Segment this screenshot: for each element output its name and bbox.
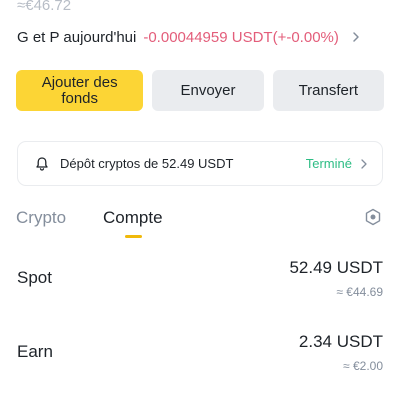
pnl-value: -0.00044959 USDT(+-0.00%) <box>143 28 339 46</box>
account-name: Earn <box>17 342 53 361</box>
account-approx-value: ≈ €44.69 <box>336 285 383 299</box>
chevron-right-icon <box>360 158 368 170</box>
action-buttons: Ajouter des fonds Envoyer Transfert <box>16 70 384 111</box>
send-button[interactable]: Envoyer <box>152 70 264 111</box>
today-pnl-row[interactable]: G et P aujourd'hui -0.00044959 USDT(+-0.… <box>17 27 383 47</box>
tab-crypto[interactable]: Crypto <box>16 208 66 228</box>
pnl-label: G et P aujourd'hui <box>17 28 137 46</box>
total-balance-approx: ≈€46.72 <box>17 0 72 14</box>
account-amount: 2.34 USDT <box>298 332 383 351</box>
hexagon-settings-icon[interactable] <box>364 208 382 226</box>
deposit-notice[interactable]: Dépôt cryptos de 52.49 USDT Terminé <box>17 141 383 186</box>
transfer-button[interactable]: Transfert <box>272 70 384 111</box>
notice-text: Dépôt cryptos de 52.49 USDT <box>60 156 234 171</box>
account-row-earn[interactable]: Earn 2.34 USDT ≈ €2.00 <box>17 330 383 380</box>
notice-status: Terminé <box>305 156 352 171</box>
account-approx-value: ≈ €2.00 <box>343 359 383 373</box>
tab-account[interactable]: Compte <box>103 208 163 228</box>
account-row-spot[interactable]: Spot 52.49 USDT ≈ €44.69 <box>17 256 383 306</box>
wallet-tabs: Crypto Compte <box>16 206 384 240</box>
active-tab-indicator <box>125 235 142 238</box>
bell-icon <box>34 156 50 172</box>
account-name: Spot <box>17 268 52 287</box>
account-amount: 52.49 USDT <box>289 258 383 277</box>
chevron-right-icon[interactable] <box>351 31 361 43</box>
add-funds-button[interactable]: Ajouter des fonds <box>16 70 144 111</box>
